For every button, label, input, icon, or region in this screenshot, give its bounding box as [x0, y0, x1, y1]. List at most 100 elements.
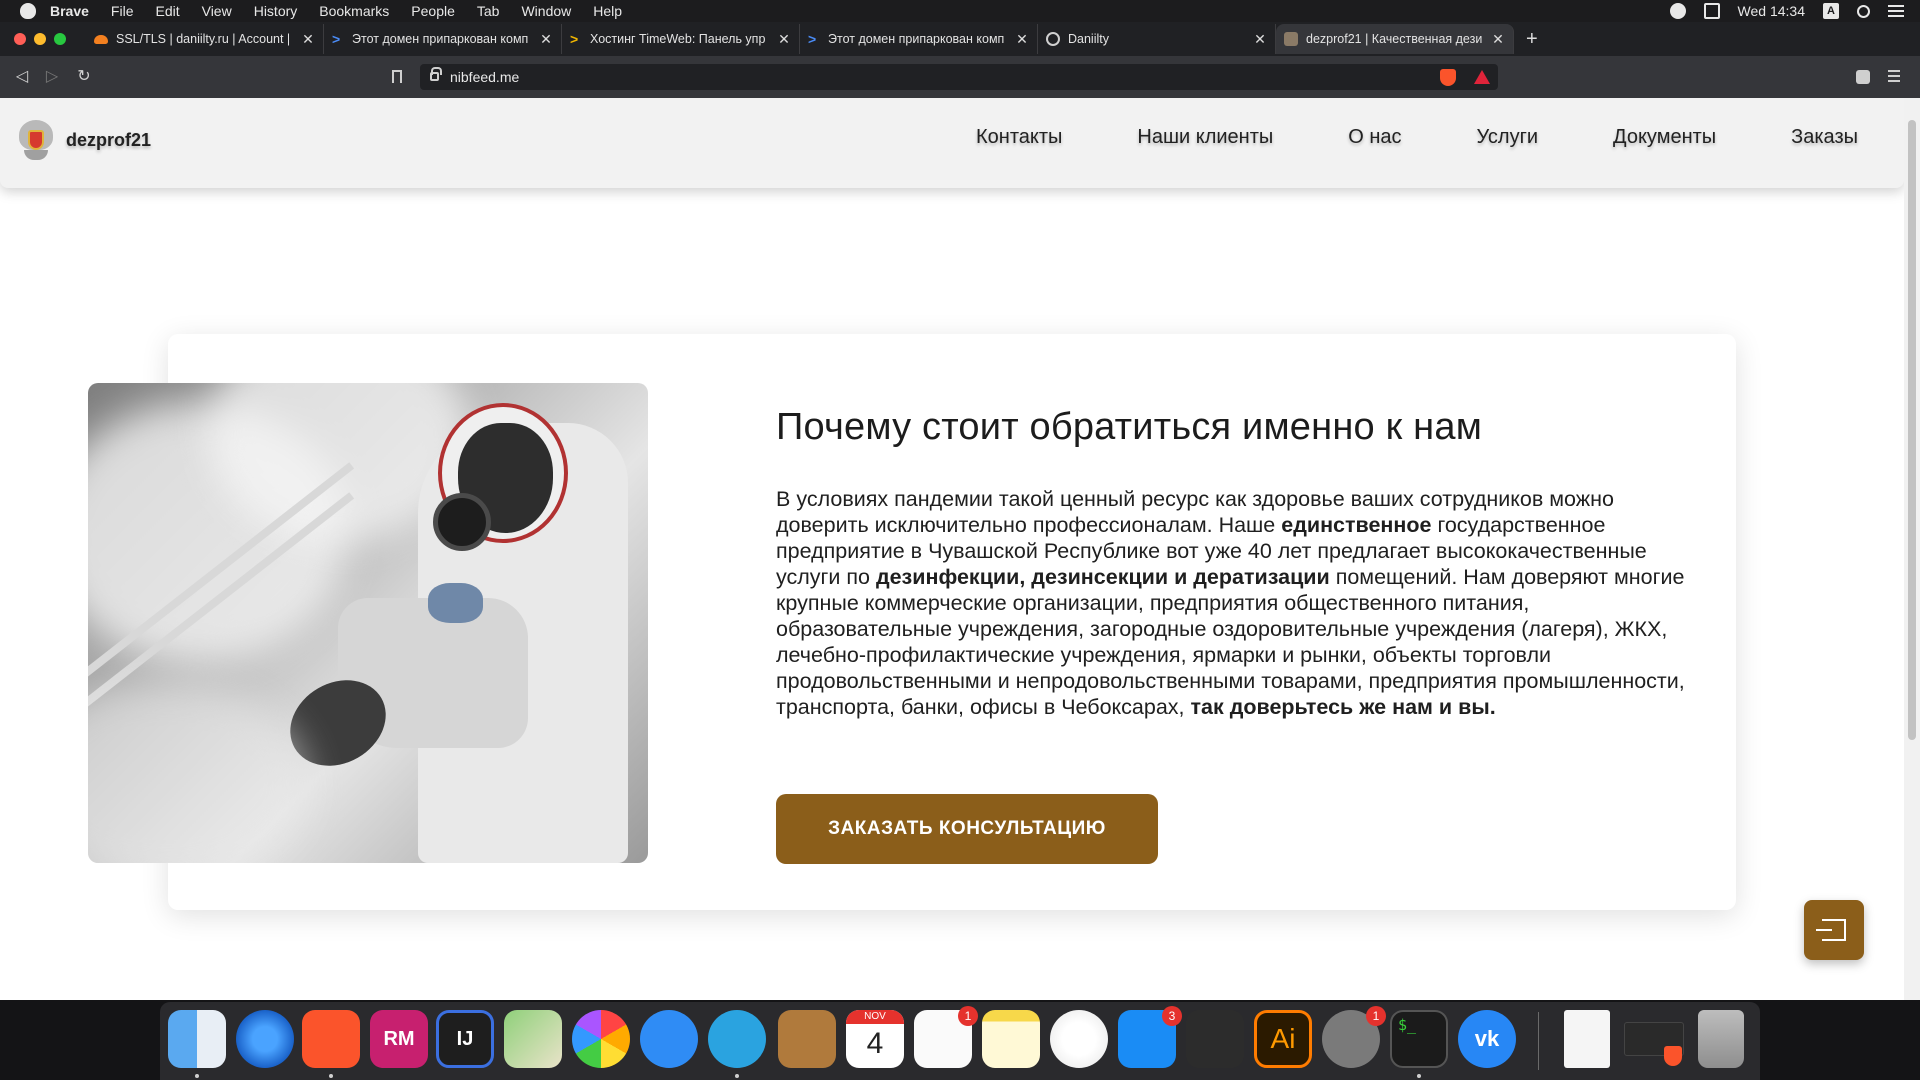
running-indicator: [1417, 1074, 1421, 1078]
illustrator-icon[interactable]: Ai: [1254, 1010, 1312, 1068]
intellij-icon[interactable]: IJ: [436, 1010, 494, 1068]
new-tab-icon[interactable]: +: [1526, 28, 1538, 51]
browser-tab-active[interactable]: dezprof21 | Качественная дези ✕: [1276, 24, 1514, 54]
menu-file[interactable]: File: [111, 3, 134, 19]
input-source-icon[interactable]: A: [1823, 3, 1839, 19]
tab-title: Хостинг TimeWeb: Панель упр: [590, 32, 766, 46]
menu-people[interactable]: People: [411, 3, 455, 19]
menu-help[interactable]: Help: [593, 3, 622, 19]
close-tab-icon[interactable]: ✕: [539, 31, 553, 48]
vpn-status-icon[interactable]: [1669, 3, 1686, 19]
browser-tab-strip: SSL/TLS | daniilty.ru | Account | ✕ > Эт…: [0, 22, 1920, 56]
paragraph-bold: единственное: [1281, 513, 1432, 537]
browser-tab[interactable]: > Этот домен припаркован комп ✕: [324, 24, 562, 54]
url-text: nibfeed.me: [450, 69, 520, 85]
terminal-icon[interactable]: $_: [1390, 1010, 1448, 1068]
section-heading: Почему стоит обратиться именно к нам: [776, 406, 1483, 448]
scrollbar-thumb[interactable]: [1908, 120, 1916, 740]
running-indicator: [735, 1074, 739, 1078]
photos-icon[interactable]: [572, 1010, 630, 1068]
brave-small-icon: [1664, 1046, 1682, 1066]
nav-orders[interactable]: Заказы: [1791, 126, 1858, 149]
nav-services[interactable]: Услуги: [1477, 126, 1539, 149]
notes-icon[interactable]: [982, 1010, 1040, 1068]
cloudflare-icon: [94, 34, 108, 44]
nav-clients[interactable]: Наши клиенты: [1137, 126, 1273, 149]
final-cut-icon[interactable]: [1186, 1010, 1244, 1068]
site-logo[interactable]: dezprof21: [66, 130, 151, 151]
menu-app-name[interactable]: Brave: [50, 3, 89, 19]
menubar-status-area: Wed 14:34 A: [1669, 0, 1904, 22]
emblem-icon: [1284, 32, 1298, 46]
calendar-icon[interactable]: NOV 4: [846, 1010, 904, 1068]
airplay-icon[interactable]: [1703, 3, 1720, 19]
app-store-badge: 3: [1162, 1006, 1182, 1026]
messages-icon[interactable]: [640, 1010, 698, 1068]
close-tab-icon[interactable]: ✕: [301, 31, 315, 48]
chevron-icon: >: [808, 31, 817, 47]
window-controls: [14, 33, 66, 45]
browser-tab[interactable]: > Этот домен припаркован комп ✕: [800, 24, 1038, 54]
notification-center-icon[interactable]: [1888, 5, 1904, 17]
bookmark-icon[interactable]: [392, 70, 402, 83]
site-header: dezprof21 Контакты Наши клиенты О нас Ус…: [0, 98, 1904, 188]
vk-icon[interactable]: vk: [1458, 1010, 1516, 1068]
menu-tab[interactable]: Tab: [477, 3, 500, 19]
menu-edit[interactable]: Edit: [155, 3, 179, 19]
close-tab-icon[interactable]: ✕: [1015, 31, 1029, 48]
close-tab-icon[interactable]: ✕: [777, 31, 791, 48]
disinfection-worker-photo: [88, 383, 648, 863]
close-tab-icon[interactable]: ✕: [1491, 31, 1505, 48]
menu-bookmarks[interactable]: Bookmarks: [319, 3, 389, 19]
maps-icon[interactable]: [504, 1010, 562, 1068]
tab-title: Этот домен припаркован комп: [352, 32, 529, 46]
reload-icon[interactable]: ↻: [74, 67, 94, 87]
browser-toolbar: ◁ ▷ ↻ nibfeed.me: [0, 56, 1920, 98]
spotlight-search-icon[interactable]: [1857, 4, 1870, 18]
brave-rewards-icon[interactable]: [1474, 70, 1490, 84]
chevron-icon: >: [332, 31, 341, 47]
extensions-icon[interactable]: [1856, 70, 1870, 84]
order-consultation-button[interactable]: ЗАКАЗАТЬ КОНСУЛЬТАЦИЮ: [776, 794, 1158, 864]
tab-title: Этот домен припаркован комп: [828, 32, 1005, 46]
menu-view[interactable]: View: [202, 3, 232, 19]
macos-menu-bar: Brave File Edit View History Bookmarks P…: [0, 0, 1920, 22]
trash-icon[interactable]: [1698, 1010, 1744, 1068]
zoom-window-button[interactable]: [54, 33, 66, 45]
brave-browser-icon[interactable]: [302, 1010, 360, 1068]
minimize-window-button[interactable]: [34, 33, 46, 45]
contacts-icon[interactable]: [778, 1010, 836, 1068]
back-icon[interactable]: ◁: [12, 67, 32, 87]
nav-contacts[interactable]: Контакты: [976, 126, 1062, 149]
tab-title: Daniilty: [1068, 32, 1109, 46]
browser-menu-icon[interactable]: [1888, 70, 1900, 82]
tab-title: dezprof21 | Качественная дези: [1306, 32, 1483, 46]
browser-tab[interactable]: SSL/TLS | daniilty.ru | Account | ✕: [86, 24, 324, 54]
floating-login-button[interactable]: [1804, 900, 1864, 960]
rubymine-icon[interactable]: RM: [370, 1010, 428, 1068]
paragraph-bold: так доверьтесь же нам и вы.: [1190, 695, 1496, 719]
music-icon[interactable]: [1050, 1010, 1108, 1068]
calendar-day: 4: [866, 1027, 884, 1060]
nav-documents[interactable]: Документы: [1613, 126, 1716, 149]
coat-of-arms-icon[interactable]: [16, 118, 56, 166]
menu-history[interactable]: History: [254, 3, 298, 19]
safari-icon[interactable]: [236, 1010, 294, 1068]
menubar-clock[interactable]: Wed 14:34: [1738, 3, 1805, 19]
finder-icon[interactable]: [168, 1010, 226, 1068]
calendar-month: NOV: [846, 1010, 904, 1024]
brave-shield-icon[interactable]: [1440, 69, 1456, 86]
system-preferences-badge: 1: [1366, 1006, 1386, 1026]
apple-menu-icon[interactable]: [20, 3, 36, 19]
documents-stack-icon[interactable]: [1564, 1010, 1610, 1068]
menu-window[interactable]: Window: [521, 3, 571, 19]
address-bar[interactable]: nibfeed.me: [420, 64, 1498, 90]
browser-tab[interactable]: Daniilty ✕: [1038, 24, 1276, 54]
nav-about[interactable]: О нас: [1348, 126, 1401, 149]
forward-icon[interactable]: ▷: [42, 67, 62, 87]
browser-tab[interactable]: > Хостинг TimeWeb: Панель упр ✕: [562, 24, 800, 54]
telegram-icon[interactable]: [708, 1010, 766, 1068]
close-window-button[interactable]: [14, 33, 26, 45]
close-tab-icon[interactable]: ✕: [1253, 31, 1267, 48]
lock-icon: [430, 67, 442, 81]
